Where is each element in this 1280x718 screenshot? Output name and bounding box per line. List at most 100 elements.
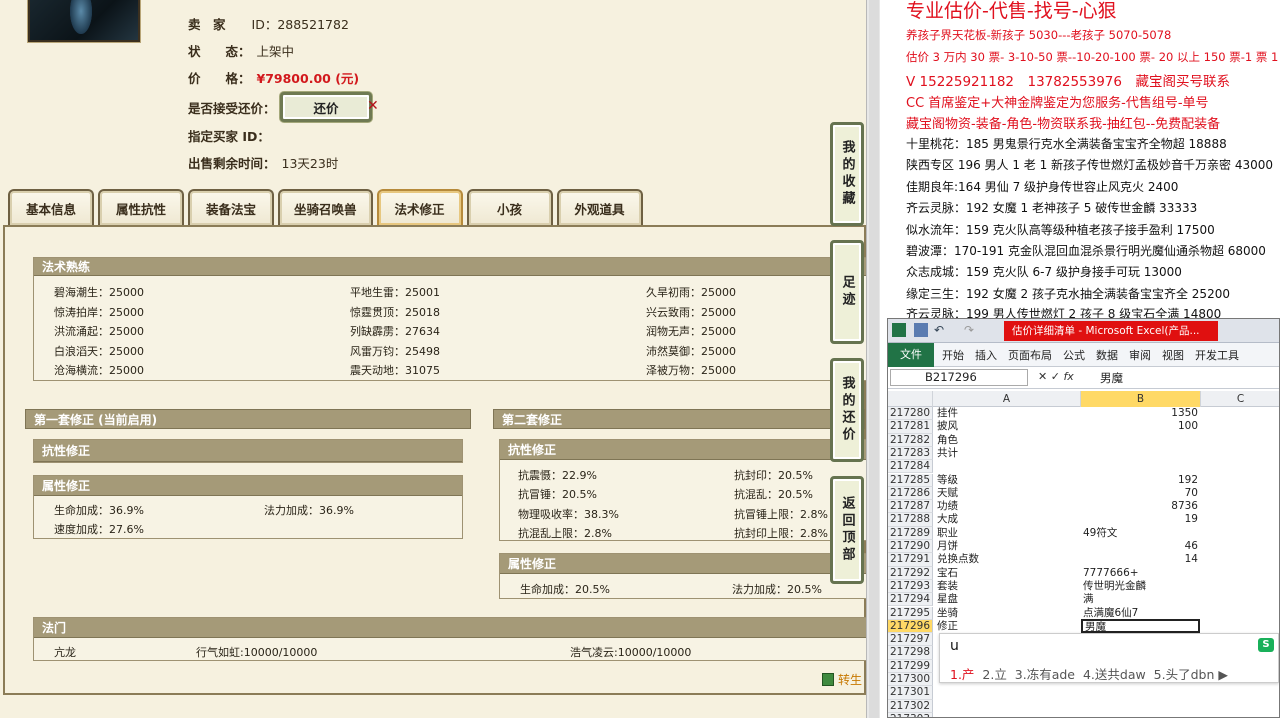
cell-a[interactable]: 宝石 (937, 567, 1081, 580)
column-header-b[interactable]: B (1081, 391, 1201, 407)
row-number[interactable]: 217282 (888, 433, 933, 447)
row-number[interactable]: 217290 (888, 540, 933, 554)
table-row[interactable]: 217287 功绩 8736 (888, 500, 1279, 514)
transfer-link[interactable]: 转生 (822, 671, 862, 688)
table-row[interactable]: 217295 坐骑 点满魔6仙7 (888, 606, 1279, 620)
ribbon-tab-developer[interactable]: 开发工具 (1195, 347, 1239, 363)
row-number[interactable]: 217289 (888, 526, 933, 540)
cell-b[interactable]: 男魔 (1081, 618, 1200, 633)
cell-b[interactable]: 14 (1081, 553, 1200, 566)
ime-candidate[interactable]: 4.送共daw (1083, 667, 1146, 682)
cell-b[interactable]: 1350 (1081, 407, 1200, 420)
undo-icon[interactable]: ↶ (934, 323, 948, 337)
ribbon-tab-page-layout[interactable]: 页面布局 (1008, 347, 1052, 363)
cell-a[interactable]: 套装 (937, 580, 1081, 593)
table-row[interactable]: 217284 (888, 460, 1279, 474)
formula-input[interactable]: 男魔 (1100, 370, 1123, 386)
cell-a[interactable]: 大成 (937, 513, 1081, 526)
ribbon-tab-view[interactable]: 视图 (1162, 347, 1184, 363)
ribbon-tab-formulas[interactable]: 公式 (1063, 347, 1085, 363)
fx-icon[interactable]: ✕ ✓ fx (1038, 370, 1074, 383)
back-to-top-button[interactable]: 返回顶部 (830, 476, 864, 584)
ribbon-tab-home[interactable]: 开始 (942, 347, 964, 363)
row-number[interactable]: 217286 (888, 486, 933, 501)
table-row[interactable]: 217303 (888, 712, 1279, 717)
cell-a[interactable]: 坐骑 (937, 607, 1081, 620)
table-row[interactable]: 217296 修正 男魔 (888, 618, 1279, 634)
row-number[interactable]: 217283 (888, 446, 933, 461)
row-number[interactable]: 217301 (888, 686, 933, 700)
name-box[interactable]: B217296 (890, 369, 1028, 386)
tab-equipment[interactable]: 装备法宝 (188, 189, 274, 225)
column-header-a[interactable]: A (933, 391, 1081, 407)
footprint-button[interactable]: 足迹 (830, 240, 864, 344)
table-row[interactable]: 217301 (888, 686, 1279, 700)
chevron-right-icon[interactable]: ▶ (1218, 667, 1228, 682)
cell-b[interactable]: 传世明光金麟 (1081, 580, 1200, 593)
cell-a[interactable]: 披风 (937, 420, 1081, 433)
table-row[interactable]: 217293 套装 传世明光金麟 (888, 579, 1279, 594)
tab-attributes[interactable]: 属性抗性 (98, 189, 184, 225)
row-number[interactable]: 217295 (888, 606, 933, 620)
counter-offer-button[interactable]: 还价 (280, 92, 372, 122)
table-row[interactable]: 217294 星盘满 (888, 593, 1279, 607)
table-row[interactable]: 217302 (888, 699, 1279, 713)
table-row[interactable]: 217282 角色 (888, 433, 1279, 447)
row-number[interactable]: 217287 (888, 500, 933, 514)
table-row[interactable]: 217280 挂件 1350 (888, 407, 1279, 421)
row-number[interactable]: 217298 (888, 646, 933, 660)
row-number[interactable]: 217297 (888, 633, 933, 647)
ime-candidate[interactable]: 2.立 (982, 667, 1006, 682)
cell-b[interactable]: 19 (1081, 513, 1200, 526)
tab-child[interactable]: 小孩 (466, 189, 553, 225)
cell-b[interactable]: 192 (1081, 474, 1200, 487)
table-row[interactable]: 217292 宝石 7777666+ (888, 566, 1279, 580)
ribbon-tab-data[interactable]: 数据 (1096, 347, 1118, 363)
cell-a[interactable]: 等级 (937, 474, 1081, 487)
tab-basic-info[interactable]: 基本信息 (8, 189, 94, 225)
ribbon-tab-insert[interactable]: 插入 (975, 347, 997, 363)
row-number[interactable]: 217300 (888, 673, 933, 687)
row-number[interactable]: 217296 (888, 619, 933, 634)
cell-b[interactable]: 46 (1081, 540, 1200, 553)
row-number[interactable]: 217293 (888, 579, 933, 594)
cell-b[interactable]: 100 (1081, 420, 1200, 433)
tab-spell-correction[interactable]: 法术修正 (376, 189, 463, 225)
table-row[interactable]: 217285 等级 192 (888, 473, 1279, 487)
table-row[interactable]: 217289 职业 49符文 (888, 526, 1279, 540)
cell-a[interactable]: 挂件 (937, 407, 1081, 420)
row-number[interactable]: 217302 (888, 699, 933, 713)
row-number[interactable]: 217294 (888, 593, 933, 607)
select-all-corner[interactable] (888, 391, 933, 407)
redo-icon[interactable]: ↷ (964, 323, 978, 337)
cell-a[interactable]: 天赋 (937, 487, 1081, 500)
my-counter-offers-button[interactable]: 我的还价 (830, 358, 864, 462)
window-divider-scrollbar[interactable] (866, 0, 880, 718)
row-number[interactable]: 217281 (888, 420, 933, 434)
ribbon-tab-file[interactable]: 文件 (888, 342, 934, 367)
table-row[interactable]: 217291 兑换点数 14 (888, 553, 1279, 567)
ime-candidate[interactable]: 1.产 (950, 667, 974, 682)
row-number[interactable]: 217284 (888, 460, 933, 474)
tab-appearance[interactable]: 外观道具 (556, 189, 643, 225)
cell-b[interactable]: 点满魔6仙7 (1081, 607, 1200, 620)
cell-a[interactable]: 职业 (937, 527, 1081, 540)
table-row[interactable]: 217286 天赋 70 (888, 486, 1279, 501)
cell-a[interactable]: 功绩 (937, 500, 1081, 513)
cell-b[interactable]: 7777666+ (1081, 567, 1200, 580)
row-number[interactable]: 217280 (888, 407, 933, 421)
cell-b[interactable]: 49符文 (1081, 527, 1200, 540)
ribbon-tab-review[interactable]: 审阅 (1129, 347, 1151, 363)
cell-b[interactable]: 70 (1081, 487, 1200, 500)
cell-a[interactable]: 星盘 (937, 593, 1081, 606)
cell-a[interactable]: 兑换点数 (937, 553, 1081, 566)
table-row[interactable]: 217290 月饼 46 (888, 540, 1279, 554)
row-number[interactable]: 217292 (888, 566, 933, 580)
row-number[interactable]: 217285 (888, 473, 933, 487)
row-number[interactable]: 217291 (888, 553, 933, 567)
row-number[interactable]: 217303 (888, 712, 933, 717)
save-icon[interactable] (914, 323, 928, 337)
cell-a[interactable]: 角色 (937, 434, 1081, 447)
ime-candidate[interactable]: 3.冻有ade (1015, 667, 1075, 682)
ime-candidate[interactable]: 5.头了dbn (1154, 667, 1215, 682)
